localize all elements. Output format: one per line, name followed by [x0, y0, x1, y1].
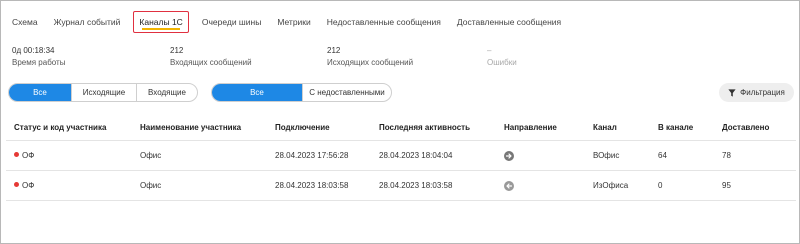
- stat-label: Исходящих сообщений: [327, 58, 414, 67]
- table-row[interactable]: ОФ Офис 28.04.2023 17:56:28 28.04.2023 1…: [6, 141, 796, 171]
- direction-toggle: Все Исходящие Входящие: [8, 83, 198, 102]
- column-header-channel[interactable]: Канал: [593, 123, 617, 132]
- stat-value: 0д 00:18:34: [12, 46, 55, 55]
- connected-time: 28.04.2023 17:56:28: [275, 151, 349, 160]
- participant-name: Офис: [140, 151, 162, 160]
- column-header-status[interactable]: Статус и код участника: [14, 123, 106, 132]
- channel-name: ВОфис: [593, 151, 620, 160]
- column-header-direction[interactable]: Направление: [504, 123, 557, 132]
- status-undelivered-option[interactable]: С недоставленными: [302, 84, 391, 101]
- status-dot-icon: [14, 182, 19, 187]
- direction-incoming-option[interactable]: Входящие: [136, 84, 197, 101]
- status-dot-icon: [14, 152, 19, 157]
- arrow-right-circle-icon: [504, 151, 514, 161]
- table-row[interactable]: ОФ Офис 28.04.2023 18:03:58 28.04.2023 1…: [6, 171, 796, 201]
- status-all-option[interactable]: Все: [212, 84, 302, 101]
- stat-label: Ошибки: [487, 58, 517, 67]
- column-header-name[interactable]: Наименование участника: [140, 123, 241, 132]
- column-header-delivered[interactable]: Доставлено: [722, 123, 769, 132]
- status-toggle: Все С недоставленными: [211, 83, 392, 102]
- in-channel-count: 64: [658, 151, 667, 160]
- stat-value: 212: [327, 46, 341, 55]
- window-frame: Схема Журнал событий Каналы 1С Очереди ш…: [0, 0, 800, 244]
- tab-schema[interactable]: Схема: [9, 12, 41, 32]
- stat-value: 212: [170, 46, 184, 55]
- tab-undelivered-messages[interactable]: Недоставленные сообщения: [324, 12, 444, 32]
- stat-incoming: 212 Входящих сообщений: [170, 46, 252, 68]
- table-header: Статус и код участника Наименование учас…: [6, 117, 796, 141]
- tab-delivered-messages[interactable]: Доставленные сообщения: [454, 12, 564, 32]
- stat-value: –: [487, 46, 492, 55]
- delivered-count: 95: [722, 181, 731, 190]
- in-channel-count: 0: [658, 181, 663, 190]
- stat-uptime: 0д 00:18:34 Время работы: [12, 46, 65, 68]
- tab-bar: Схема Журнал событий Каналы 1С Очереди ш…: [9, 11, 574, 33]
- stat-errors: – Ошибки: [487, 46, 517, 68]
- stat-outgoing: 212 Исходящих сообщений: [327, 46, 413, 68]
- column-header-last-activity[interactable]: Последняя активность: [379, 123, 470, 132]
- status-cell: ОФ: [14, 151, 34, 161]
- direction-all-option[interactable]: Все: [9, 84, 71, 101]
- filter-button-label: Фильтрация: [740, 88, 785, 97]
- filter-button[interactable]: Фильтрация: [719, 83, 794, 102]
- delivered-count: 78: [722, 151, 731, 160]
- column-header-in-channel[interactable]: В канале: [658, 123, 693, 132]
- column-header-connected[interactable]: Подключение: [275, 123, 330, 132]
- participant-name: Офис: [140, 181, 162, 190]
- status-cell: ОФ: [14, 181, 34, 191]
- arrow-left-circle-icon: [504, 181, 514, 191]
- participant-code: ОФ: [22, 151, 35, 160]
- direction-outgoing-option[interactable]: Исходящие: [71, 84, 136, 101]
- participant-code: ОФ: [22, 181, 35, 190]
- filter-icon: [728, 88, 736, 97]
- tab-event-log[interactable]: Журнал событий: [51, 12, 124, 32]
- stat-label: Время работы: [12, 58, 66, 67]
- stats-panel: 0д 00:18:34 Время работы 212 Входящих со…: [12, 46, 792, 68]
- tab-metrics[interactable]: Метрики: [274, 12, 313, 32]
- connected-time: 28.04.2023 18:03:58: [275, 181, 349, 190]
- channels-table: Статус и код участника Наименование учас…: [6, 117, 796, 201]
- channel-name: ИзОфиса: [593, 181, 629, 190]
- stat-label: Входящих сообщений: [170, 58, 252, 67]
- last-activity-time: 28.04.2023 18:04:04: [379, 151, 453, 160]
- tab-channels-1c[interactable]: Каналы 1С: [133, 11, 189, 33]
- last-activity-time: 28.04.2023 18:03:58: [379, 181, 453, 190]
- tab-bus-queues[interactable]: Очереди шины: [199, 12, 264, 32]
